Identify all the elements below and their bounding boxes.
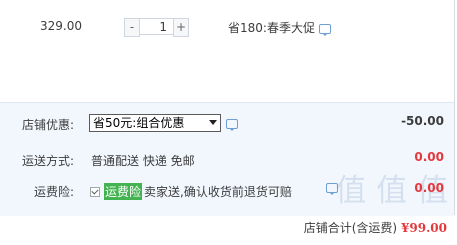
insurance-description: 卖家送,确认收货前退货可赔 — [144, 185, 292, 199]
item-promotion: 省180:春季大促 — [228, 19, 331, 36]
decrease-button[interactable]: - — [124, 18, 140, 37]
right-divider — [454, 0, 455, 215]
shipping-amount: 0.00 — [414, 150, 444, 164]
chat-icon[interactable] — [326, 183, 338, 195]
chat-icon[interactable] — [226, 119, 238, 131]
insurance-tag: 运费险 — [104, 183, 143, 200]
insurance-checkbox[interactable] — [90, 186, 100, 197]
item-price: 329.00 — [40, 19, 82, 33]
discount-label: 店铺优惠: — [21, 118, 74, 132]
shipping-method: 普通配送 快递 免邮 — [91, 154, 195, 168]
discount-select[interactable]: 省50元:组合优惠 — [89, 114, 221, 132]
shipping-label: 运送方式: — [21, 154, 74, 168]
insurance-label: 运费险: — [33, 185, 74, 199]
promotion-text: 省180:春季大促 — [228, 21, 315, 35]
insurance-option: 运费险 卖家送,确认收货前退货可赔 — [90, 183, 292, 200]
discount-selected-value: 省50元:组合优惠 — [93, 116, 185, 130]
chat-icon[interactable] — [318, 23, 331, 36]
insurance-amount: 0.00 — [414, 181, 444, 195]
increase-button[interactable]: + — [173, 18, 189, 37]
discount-amount: -50.00 — [401, 114, 444, 128]
total-label: 店铺合计(含运费) — [303, 221, 398, 235]
quantity-input[interactable]: 1 — [140, 18, 173, 35]
shop-summary-panel: 店铺优惠: 省50元:组合优惠 -50.00 运送方式: 普通配送 快递 免邮 … — [0, 102, 454, 216]
shop-total: 店铺合计(含运费) ¥99.00 — [304, 219, 447, 236]
dropdown-arrow-icon — [209, 120, 217, 125]
total-value: ¥99.00 — [401, 221, 447, 235]
quantity-stepper: - 1 + — [124, 18, 189, 37]
